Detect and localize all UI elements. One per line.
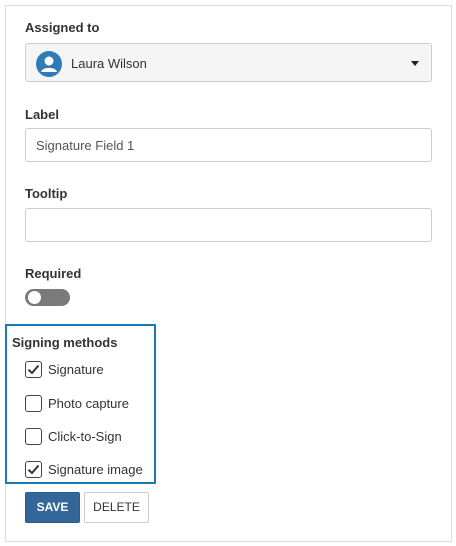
toggle-knob <box>28 291 41 304</box>
signature-label: Signature <box>48 361 104 377</box>
user-icon <box>36 51 62 77</box>
assigned-to-value: Laura Wilson <box>71 56 147 71</box>
click-to-sign-label: Click-to-Sign <box>48 428 122 444</box>
photo-capture-label: Photo capture <box>48 395 129 411</box>
required-toggle[interactable] <box>25 289 70 306</box>
signature-image-label: Signature image <box>48 461 143 477</box>
checkbox-click-to-sign[interactable] <box>25 427 42 445</box>
label-field-label: Label <box>25 107 59 122</box>
signing-method-click-to-sign[interactable]: Click-to-Sign <box>25 426 122 446</box>
required-label: Required <box>25 266 82 281</box>
checkbox-signature[interactable] <box>25 360 42 378</box>
assigned-to-label: Assigned to <box>25 20 100 35</box>
caret-down-icon <box>411 61 419 66</box>
assigned-to-select[interactable]: Laura Wilson <box>25 43 432 82</box>
label-input[interactable] <box>25 128 432 162</box>
tooltip-field-label: Tooltip <box>25 186 68 201</box>
tooltip-input[interactable] <box>25 208 432 242</box>
signing-method-signature-image[interactable]: Signature image <box>25 459 143 479</box>
signing-method-signature[interactable]: Signature <box>25 359 104 379</box>
checkbox-signature-image[interactable] <box>25 460 42 478</box>
delete-button[interactable]: DELETE <box>84 492 149 523</box>
checkbox-photo-capture[interactable] <box>25 394 42 412</box>
signing-methods-title: Signing methods <box>12 335 118 350</box>
save-button[interactable]: SAVE <box>25 492 80 523</box>
signing-method-photo-capture[interactable]: Photo capture <box>25 393 129 413</box>
